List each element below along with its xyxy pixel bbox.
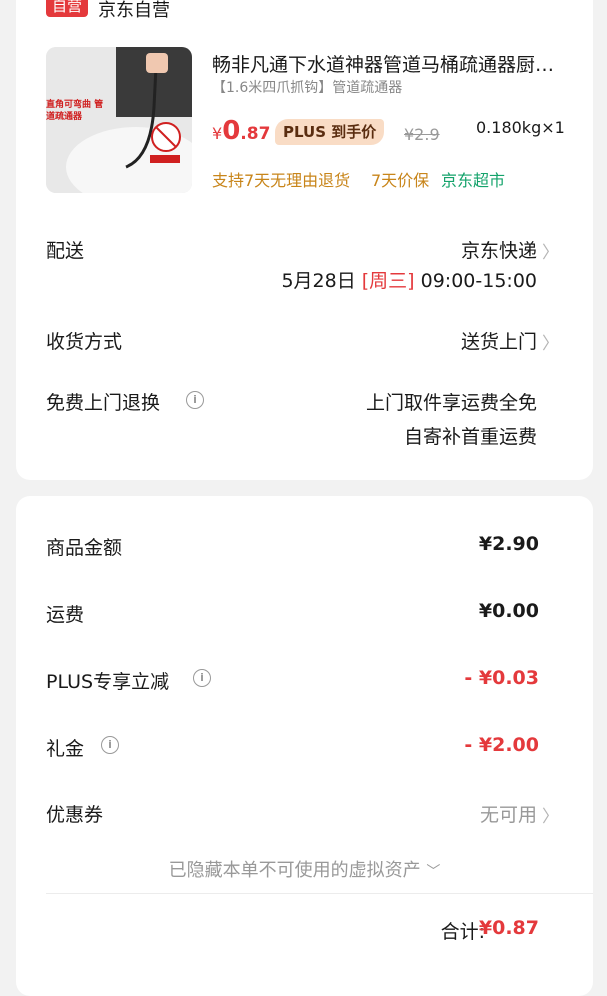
summary-plus-discount-value: - ¥0.03 [464, 667, 539, 689]
service-return: 支持7天无理由退货 [212, 171, 351, 190]
summary-gift-label: 礼金 [46, 738, 85, 760]
plus-price-tag: PLUS 到手价 [275, 119, 385, 145]
total-value: ¥0.87 [478, 917, 539, 939]
product-card: 自营 京东自营 直角可弯曲 管道疏通器 畅非凡通下水道神器管道马桶疏通器厨房下水… [16, 0, 593, 480]
delivery-label: 配送 [46, 240, 85, 262]
price-currency: ¥ [212, 124, 223, 143]
coupon-value: 无可用 [479, 804, 537, 826]
delivery-carrier: 京东快递 [460, 240, 537, 262]
chevron-right-icon: 〉 [542, 334, 559, 354]
info-icon[interactable]: i [193, 669, 211, 687]
product-image-caption: 直角可弯曲 管道疏通器 [46, 100, 104, 122]
product-image[interactable]: 直角可弯曲 管道疏通器 [46, 47, 192, 193]
receive-method-label: 收货方式 [46, 331, 123, 353]
info-icon[interactable]: i [186, 391, 204, 409]
summary-gift-value: - ¥2.00 [464, 734, 539, 756]
shop-name[interactable]: 京东自营 [98, 0, 170, 22]
self-operated-badge: 自营 [46, 0, 89, 17]
price-integer: 0 [222, 116, 241, 146]
delivery-weekday: [周三] [361, 270, 415, 292]
delivery-date: 5月28日 [281, 270, 356, 292]
free-return-line2: 自寄补首重运费 [403, 426, 537, 448]
weight-quantity: 0.180kg×1 [476, 118, 565, 137]
free-return-line1: 上门取件享运费全免 [365, 392, 537, 414]
service-price-protect: 7天价保 [371, 171, 430, 190]
delivery-slot: 09:00-15:00 [420, 270, 537, 292]
hidden-assets-toggle[interactable]: 已隐藏本单不可使用的虚拟资产 ﹀ [16, 856, 593, 882]
product-title[interactable]: 畅非凡通下水道神器管道马桶疏通器厨房下水道疏通工具 [212, 50, 562, 77]
price-decimal: .87 [240, 124, 271, 144]
chevron-down-icon: ﹀ [426, 864, 441, 880]
receive-method-value: 送货上门 [460, 331, 537, 353]
product-spec[interactable]: 【1.6米四爪抓钩】管道疏通器 [212, 77, 402, 97]
summary-card: 商品金额 ¥2.90 运费 ¥0.00 PLUS专享立减 i - ¥0.03 礼… [16, 496, 593, 996]
info-icon[interactable]: i [101, 736, 119, 754]
summary-goods-label: 商品金额 [46, 537, 123, 559]
product-price: ¥0.87 [212, 116, 270, 146]
service-supermarket: 京东超市 [441, 171, 506, 190]
delivery-time: 5月28日 [周三] 09:00-15:00 [281, 266, 537, 293]
summary-shipping-value: ¥0.00 [478, 600, 539, 622]
divider [46, 893, 593, 894]
coupon-label: 优惠券 [46, 804, 104, 826]
summary-goods-value: ¥2.90 [478, 533, 539, 555]
original-price: ¥2.9 [404, 125, 440, 144]
summary-shipping-label: 运费 [46, 604, 85, 626]
chevron-right-icon: 〉 [542, 243, 559, 263]
chevron-right-icon: 〉 [542, 807, 559, 827]
summary-plus-discount-label: PLUS专享立减 [46, 671, 170, 693]
free-return-label: 免费上门退换 [46, 392, 161, 414]
hidden-assets-text: 已隐藏本单不可使用的虚拟资产 [168, 860, 421, 881]
